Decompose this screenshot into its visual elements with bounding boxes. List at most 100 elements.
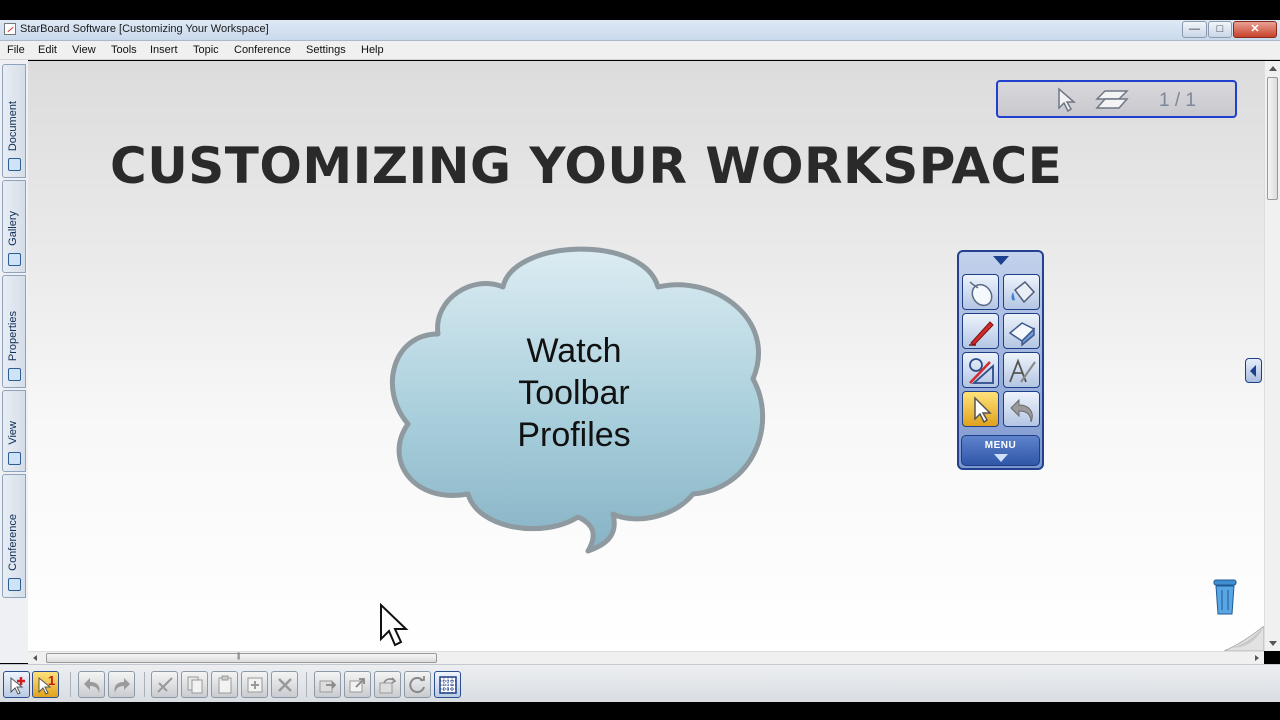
send-back-icon [319, 680, 337, 693]
menu-file[interactable]: File [7, 44, 25, 56]
pointer-icon[interactable] [1056, 87, 1078, 113]
shapes-button[interactable] [962, 352, 999, 388]
starboard-window: StarBoard Software [Customizing Your Wor… [0, 0, 1280, 720]
grid-icon [439, 676, 457, 694]
paint-bucket-icon [1011, 280, 1036, 304]
cut-icon [157, 677, 173, 693]
cut-button[interactable] [151, 671, 178, 698]
shapes-icon [969, 358, 994, 384]
pen-icon [969, 321, 994, 346]
floating-toolbar[interactable]: MENU [957, 250, 1044, 470]
page-curl-icon[interactable] [1224, 626, 1264, 651]
cloud-line: Toolbar [518, 374, 630, 412]
tab-properties[interactable]: Properties [2, 275, 26, 388]
mouse-mode-button[interactable] [962, 274, 999, 310]
magnifier-icon [8, 452, 21, 465]
menu-insert[interactable]: Insert [150, 44, 178, 56]
handwriting-recognition-button[interactable] [1003, 352, 1040, 388]
redo-icon [114, 678, 130, 693]
flip-button[interactable] [374, 671, 401, 698]
bring-front-icon [349, 678, 365, 693]
paste-icon [218, 675, 232, 694]
properties-icon [8, 368, 21, 381]
toolbar-separator [306, 672, 307, 697]
collapse-arrow-icon[interactable] [993, 256, 1009, 265]
scroll-up-icon[interactable] [1269, 66, 1277, 71]
menu-help[interactable]: Help [361, 44, 384, 56]
whiteboard-canvas[interactable]: CUSTOMIZING YOUR WORKSPACE 1 / 1 Watch T… [28, 61, 1264, 651]
fill-button[interactable] [1003, 274, 1040, 310]
tab-properties-label: Properties [7, 310, 19, 361]
duplicate-button[interactable] [241, 671, 268, 698]
redo-button[interactable] [108, 671, 135, 698]
undo-button[interactable] [78, 671, 105, 698]
tab-document[interactable]: Document [2, 64, 26, 178]
page-stack-icon[interactable] [1095, 89, 1129, 111]
toolbar-separator [70, 672, 71, 697]
menu-conference[interactable]: Conference [234, 44, 291, 56]
tab-conference[interactable]: Conference [2, 474, 26, 598]
delete-button[interactable] [271, 671, 298, 698]
paste-button[interactable] [211, 671, 238, 698]
tab-conference-label: Conference [7, 514, 19, 571]
horizontal-scroll-thumb[interactable]: ||| [46, 653, 437, 663]
undo-icon [84, 678, 100, 693]
mouse-cursor-icon [380, 603, 409, 647]
delete-icon [278, 678, 292, 692]
tab-view-label: View [7, 421, 19, 445]
cloud-line: Profiles [517, 416, 631, 454]
menu-topic[interactable]: Topic [193, 44, 219, 56]
flip-icon [379, 677, 397, 694]
bring-front-button[interactable] [344, 671, 371, 698]
page-number-badge: 1 [48, 673, 56, 688]
copy-button[interactable] [181, 671, 208, 698]
title-bar: StarBoard Software [Customizing Your Wor… [0, 20, 1280, 41]
menu-chevron-down-icon [994, 454, 1008, 462]
add-page-button[interactable] [3, 671, 30, 698]
rotate-button[interactable] [404, 671, 431, 698]
cloud-line: Watch [526, 332, 622, 370]
side-panel-toggle-button[interactable] [1245, 358, 1262, 383]
tab-gallery[interactable]: Gallery [2, 180, 26, 273]
select-button[interactable] [962, 391, 999, 427]
handwriting-recognition-icon [1009, 358, 1036, 383]
scroll-left-icon[interactable] [33, 655, 37, 661]
menu-edit[interactable]: Edit [38, 44, 57, 56]
toolbar-menu-button[interactable]: MENU [961, 435, 1040, 466]
scroll-right-icon[interactable] [1255, 655, 1259, 661]
vertical-scroll-thumb[interactable] [1267, 77, 1278, 200]
eraser-button[interactable] [1003, 313, 1040, 349]
conference-icon [8, 578, 21, 591]
page-select-button[interactable]: 1 [32, 671, 59, 698]
menu-settings[interactable]: Settings [306, 44, 346, 56]
bottom-toolbar: 1 [0, 664, 1280, 702]
minimize-button[interactable]: — [1182, 21, 1207, 38]
undo-button[interactable] [1003, 391, 1040, 427]
cloud-text: Watch Toolbar Profiles [478, 330, 670, 456]
close-icon: ✕ [1250, 23, 1260, 35]
window-title: StarBoard Software [Customizing Your Wor… [20, 23, 269, 35]
horizontal-scrollbar[interactable]: ||| [28, 651, 1264, 664]
maximize-icon: □ [1216, 23, 1224, 35]
pen-button[interactable] [962, 313, 999, 349]
gallery-icon [8, 253, 21, 266]
maximize-button[interactable]: □ [1208, 21, 1232, 38]
rotate-icon [409, 676, 425, 694]
trash-icon[interactable] [1213, 578, 1237, 616]
eraser-icon [1008, 322, 1036, 347]
mouse-icon [969, 281, 993, 307]
menu-tools[interactable]: Tools [111, 44, 137, 56]
tab-gallery-label: Gallery [7, 211, 19, 246]
close-button[interactable]: ✕ [1233, 21, 1277, 38]
menu-view[interactable]: View [72, 44, 96, 56]
send-back-button[interactable] [314, 671, 341, 698]
tab-view[interactable]: View [2, 390, 26, 472]
slide-title: CUSTOMIZING YOUR WORKSPACE [110, 137, 1063, 195]
add-page-icon [10, 676, 25, 695]
chevron-left-icon [1250, 365, 1256, 377]
vertical-scrollbar[interactable] [1264, 61, 1280, 651]
scroll-down-icon[interactable] [1269, 641, 1277, 646]
grid-button[interactable] [434, 671, 461, 698]
app-icon [4, 23, 16, 35]
page-navigator[interactable]: 1 / 1 [996, 80, 1237, 118]
